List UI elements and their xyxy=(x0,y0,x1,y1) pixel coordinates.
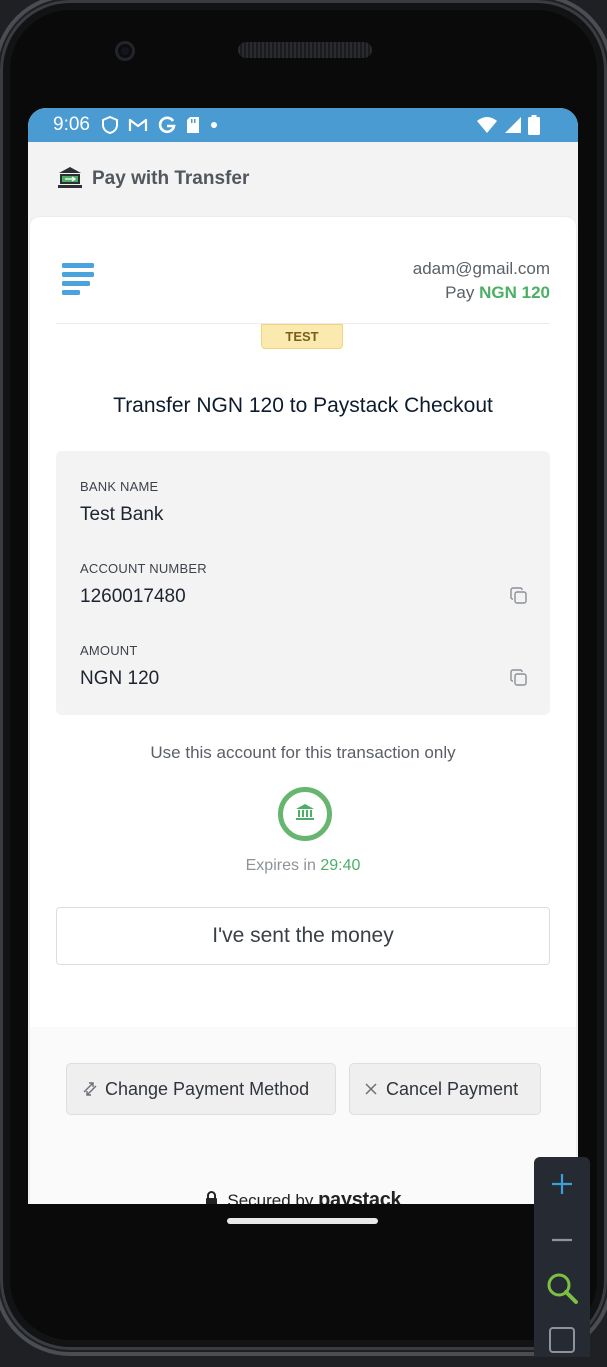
footer-area xyxy=(30,1027,576,1204)
bank-name-field: BANK NAME Test Bank xyxy=(80,479,163,526)
countdown-ring xyxy=(278,787,332,841)
transfer-headline: Transfer NGN 120 to Paystack Checkout xyxy=(113,394,493,417)
google-icon xyxy=(158,116,176,134)
pay-label: Pay xyxy=(445,283,475,302)
earpiece-speaker xyxy=(238,42,372,58)
device-frame: 9:06 Pay with Transfer adam@gmail.com Pa… xyxy=(0,0,607,1350)
account-details-panel: BANK NAME Test Bank ACCOUNT NUMBER 12600… xyxy=(56,451,550,715)
fullscreen-button[interactable] xyxy=(534,1317,590,1367)
gmail-icon xyxy=(128,117,148,133)
swap-icon xyxy=(81,1080,99,1098)
status-bar: 9:06 xyxy=(28,108,578,142)
checkout-card: adam@gmail.com Pay NGN 120 TEST Transfer… xyxy=(30,217,576,1204)
expiry-timer: Expires in 29:40 xyxy=(30,857,576,875)
expires-label: Expires in xyxy=(245,857,316,874)
paystack-wordmark: paystack xyxy=(318,1189,402,1204)
amount-value: NGN 120 xyxy=(80,668,160,689)
front-camera xyxy=(115,41,135,61)
copy-account-number-icon[interactable] xyxy=(510,587,528,605)
single-use-note: Use this account for this transaction on… xyxy=(150,743,456,762)
bank-transfer-icon xyxy=(58,166,82,193)
bank-name-value: Test Bank xyxy=(80,504,164,525)
zoom-out-button[interactable] xyxy=(534,1213,590,1263)
home-indicator[interactable] xyxy=(227,1218,378,1224)
cancel-payment-button[interactable]: Cancel Payment xyxy=(349,1063,541,1115)
expires-time: 29:40 xyxy=(320,857,361,874)
paystack-logo-icon xyxy=(62,263,96,300)
battery-icon xyxy=(528,115,540,140)
dot-icon xyxy=(210,121,218,129)
bank-icon xyxy=(295,803,315,826)
account-number-label: ACCOUNT NUMBER xyxy=(80,561,207,576)
test-mode-badge: TEST xyxy=(261,324,343,349)
lock-icon xyxy=(205,1191,218,1204)
signal-icon xyxy=(504,116,522,139)
change-payment-method-button[interactable]: Change Payment Method xyxy=(66,1063,336,1115)
fullscreen-icon xyxy=(549,1326,575,1358)
secured-by-footer: Secured by paystack xyxy=(30,1189,576,1204)
copy-amount-icon[interactable] xyxy=(510,669,528,687)
zoom-out-icon xyxy=(551,1229,573,1247)
status-time: 9:06 xyxy=(53,114,90,135)
status-right-icons xyxy=(476,115,540,140)
cancel-payment-label: Cancel Payment xyxy=(386,1078,519,1099)
account-number-value: 1260017480 xyxy=(80,586,186,607)
app-bar: Pay with Transfer xyxy=(28,142,578,216)
app-bar-title: Pay with Transfer xyxy=(92,168,250,189)
change-payment-method-label: Change Payment Method xyxy=(105,1078,310,1099)
amount-field: AMOUNT NGN 120 xyxy=(80,643,159,690)
pay-amount-line: Pay NGN 120 xyxy=(413,281,550,305)
zoom-reset-button[interactable] xyxy=(534,1265,590,1315)
wifi-icon xyxy=(476,116,498,139)
zoom-in-icon xyxy=(551,1173,573,1200)
sent-money-button[interactable]: I've sent the money xyxy=(56,907,550,965)
device-screen: 9:06 Pay with Transfer adam@gmail.com Pa… xyxy=(28,108,578,1204)
zoom-in-button[interactable] xyxy=(534,1161,590,1211)
shield-icon xyxy=(101,116,118,134)
amount-label: AMOUNT xyxy=(80,643,138,658)
close-icon xyxy=(364,1082,378,1096)
account-number-field: ACCOUNT NUMBER 1260017480 xyxy=(80,561,207,608)
zoom-reset-icon xyxy=(545,1271,579,1310)
merchant-info: adam@gmail.com Pay NGN 120 xyxy=(413,257,550,305)
sd-card-icon xyxy=(186,116,200,134)
customer-email: adam@gmail.com xyxy=(412,259,550,278)
pay-amount: NGN 120 xyxy=(479,283,550,302)
bank-name-label: BANK NAME xyxy=(80,479,159,494)
zoom-controls-panel xyxy=(534,1157,590,1357)
secured-by-label: Secured by xyxy=(227,1191,314,1204)
